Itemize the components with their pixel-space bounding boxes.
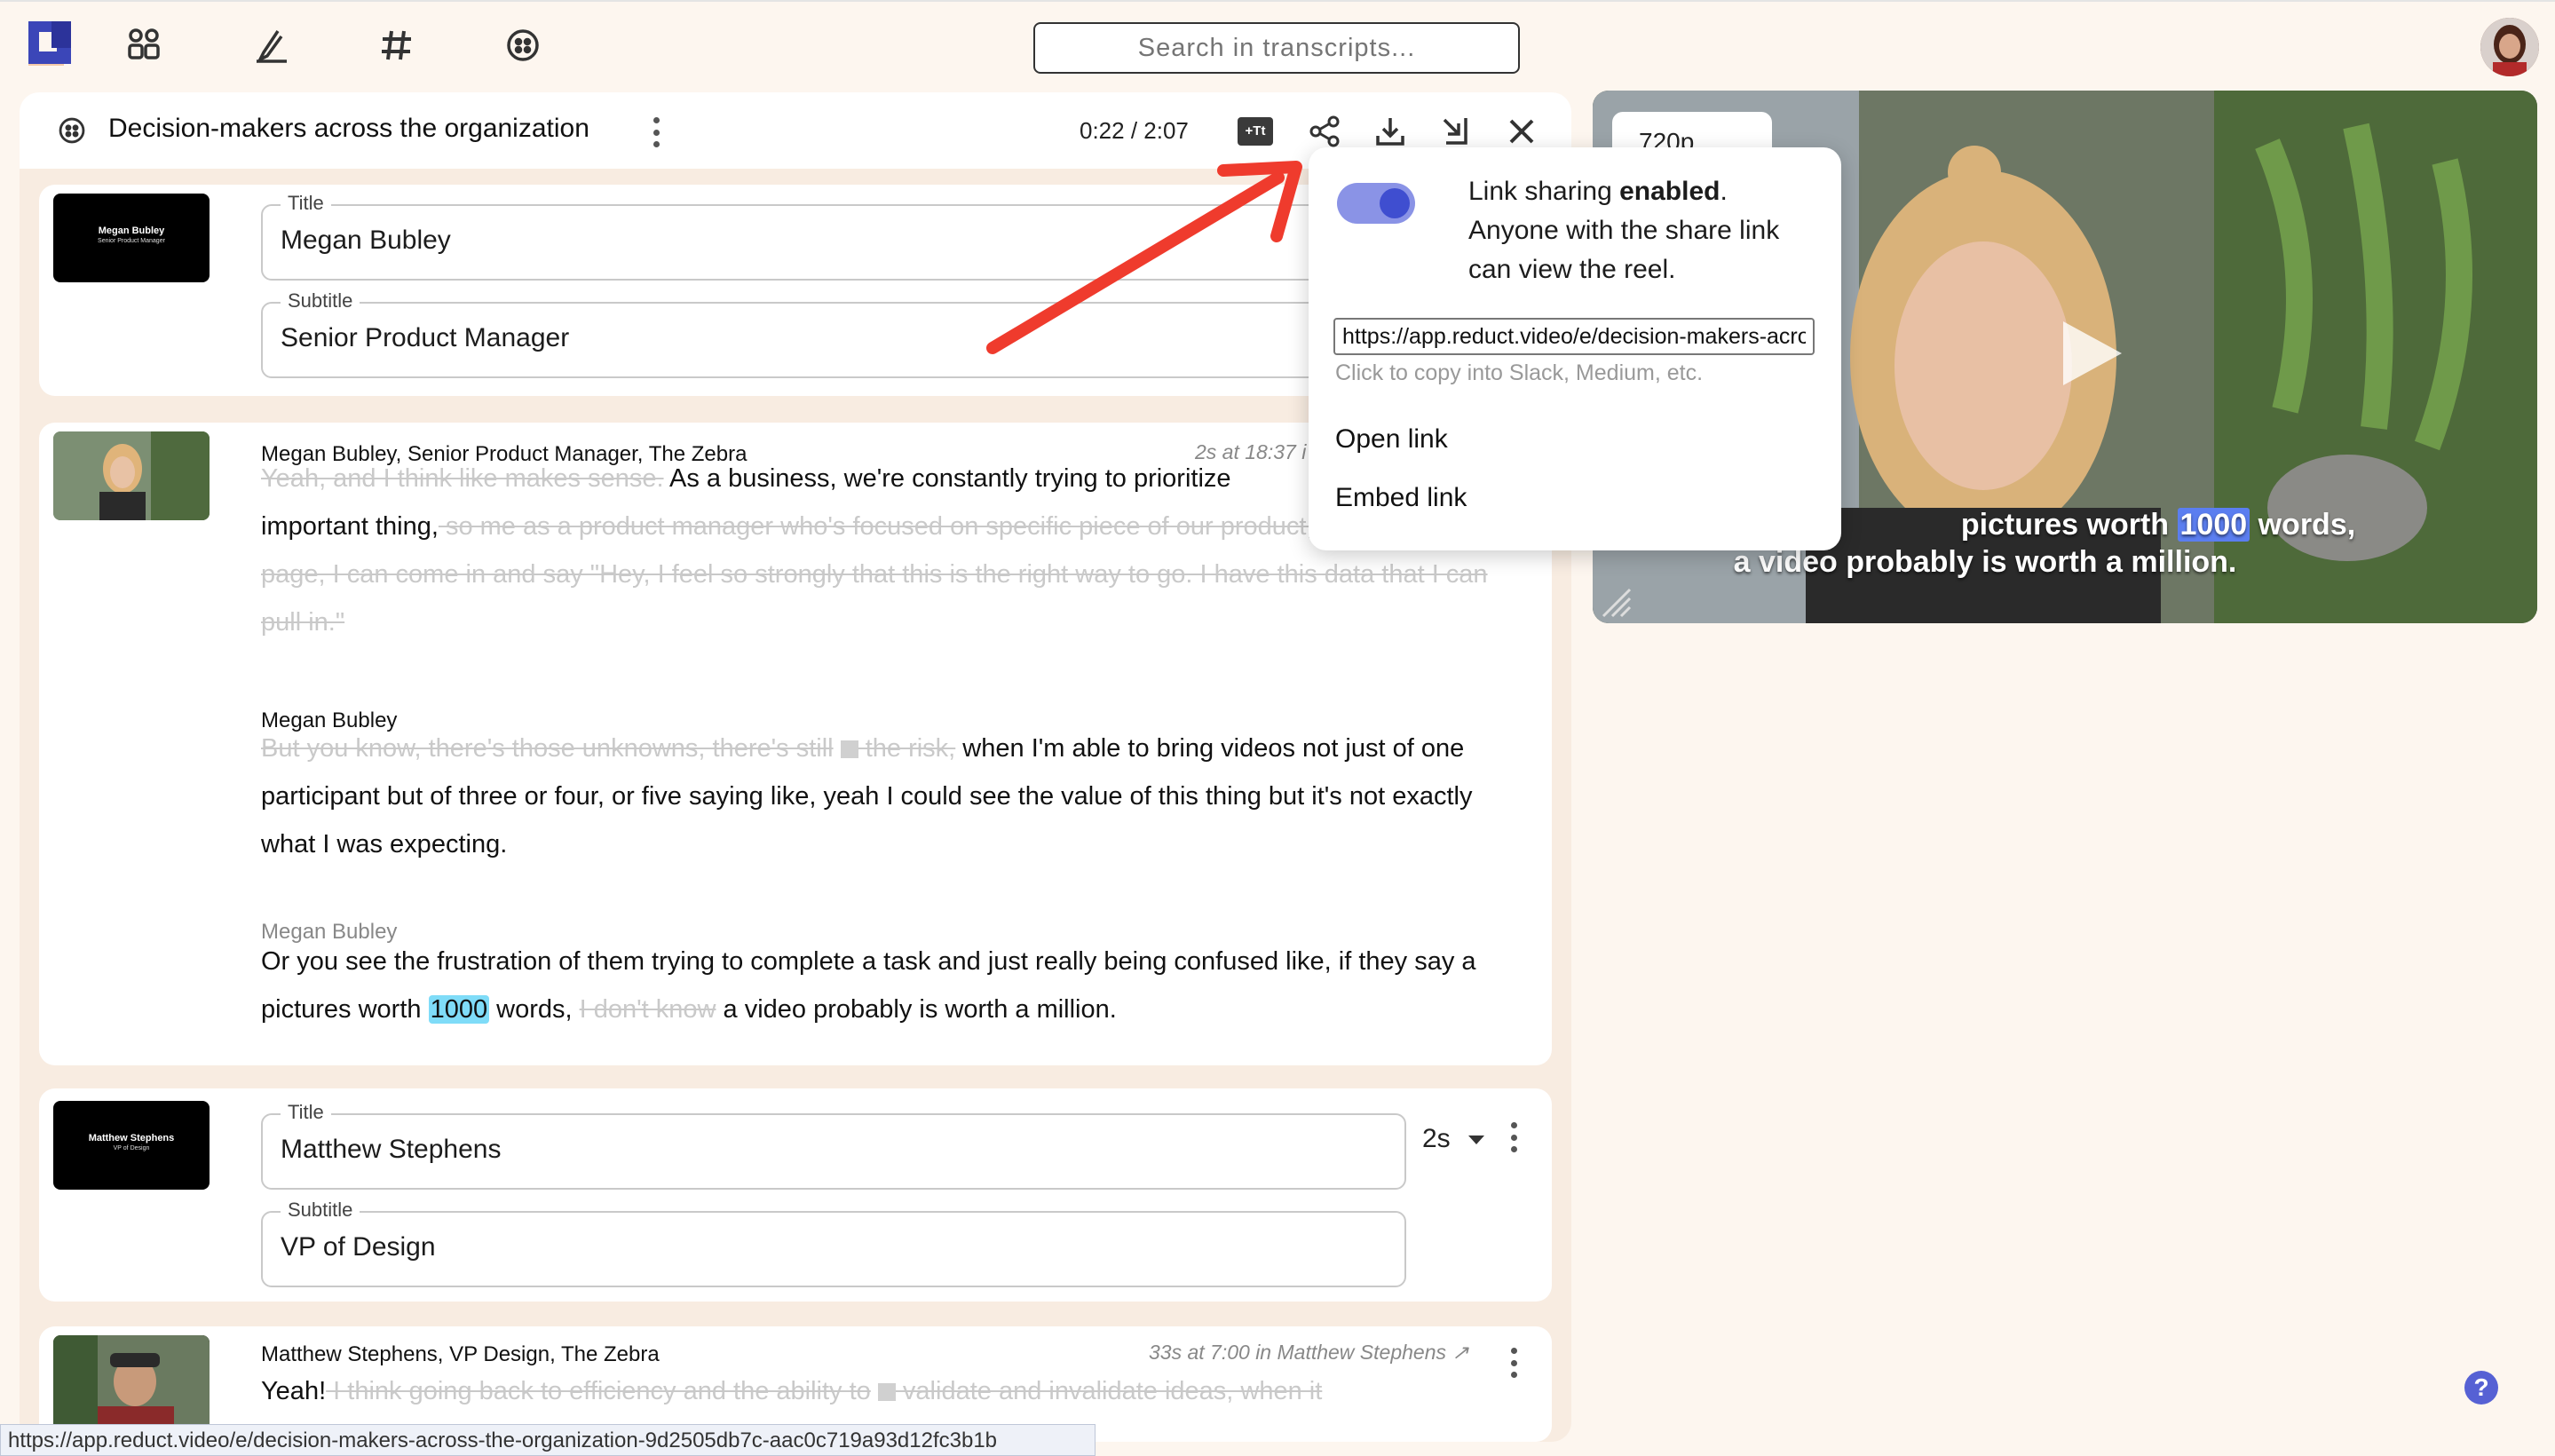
caption-text: pictures worth	[1960, 508, 2178, 542]
thumbnail-name: Matthew Stephens	[88, 1133, 175, 1143]
copy-hint: Click to copy into Slack, Medium, etc.	[1335, 360, 1704, 385]
subtitle-value[interactable]: VP of Design	[281, 1232, 436, 1262]
reel-icon	[57, 115, 87, 150]
transcript-text[interactable]: a video probably is worth a million.	[716, 995, 1117, 1024]
share-popup: Link sharing enabled. Anyone with the sh…	[1309, 147, 1841, 550]
reel-icon[interactable]	[502, 25, 543, 66]
gap-marker	[877, 1383, 896, 1402]
browser-status-bar: https://app.reduct.video/e/decision-make…	[0, 1424, 1096, 1456]
thumbnail-subtitle: Senior Product Manager	[98, 238, 165, 244]
reel-title[interactable]: Decision-makers across the organization	[108, 114, 589, 144]
subtitle-label: Subtitle	[281, 289, 360, 313]
title-card-thumbnail[interactable]: Matthew Stephens VP of Design	[53, 1101, 210, 1190]
struck-text[interactable]: validate and invalidate ideas, when it	[896, 1377, 1322, 1405]
duration-value: 2s	[1422, 1124, 1451, 1153]
title-card-matthew[interactable]: Matthew Stephens VP of Design Title Matt…	[39, 1088, 1552, 1302]
transcript-text[interactable]: Yeah!	[261, 1377, 326, 1405]
reel-more-menu-icon[interactable]	[652, 117, 661, 147]
share-status-enabled: enabled	[1619, 177, 1720, 206]
title-card-thumbnail[interactable]: Megan Bubley Senior Product Manager	[53, 194, 210, 282]
link-sharing-toggle[interactable]	[1337, 183, 1415, 224]
share-url-input[interactable]	[1333, 318, 1815, 355]
top-navigation-bar	[0, 0, 2555, 92]
timecode: 0:22 / 2:07	[1080, 117, 1189, 144]
download-icon[interactable]	[1371, 112, 1410, 151]
transcript-text[interactable]: As a business, we're constantly trying t…	[664, 464, 1231, 493]
chevron-down-icon	[1468, 1136, 1485, 1145]
transcript-paragraph-2[interactable]: But you know, there's those unknowns, th…	[261, 724, 1531, 868]
hashtag-icon[interactable]	[376, 25, 417, 66]
title-label: Title	[281, 1101, 331, 1124]
subtitle-value[interactable]: Senior Product Manager	[281, 323, 569, 353]
transcript-paragraph-3[interactable]: Or you see the frustration of them tryin…	[261, 938, 1531, 1033]
subtitle-field[interactable]: Subtitle VP of Design	[261, 1199, 1406, 1287]
subtitle-label: Subtitle	[281, 1199, 360, 1222]
caption-text: words,	[2250, 508, 2356, 542]
transcript-text[interactable]: words,	[489, 995, 580, 1024]
title-label: Title	[281, 192, 331, 215]
share-status-prefix: Link sharing	[1468, 177, 1620, 206]
clip-thumbnail[interactable]	[53, 1335, 210, 1433]
help-icon[interactable]: ?	[2464, 1371, 2498, 1405]
caption-highlight: 1000	[2177, 508, 2250, 542]
toggle-knob	[1380, 188, 1410, 218]
gap-marker	[840, 740, 858, 759]
captions-icon: +Tt	[1238, 117, 1273, 146]
transcript-paragraph[interactable]: Yeah! I think going back to efficiency a…	[261, 1367, 1522, 1415]
duration-dropdown[interactable]: 2s	[1422, 1124, 1485, 1154]
struck-text[interactable]: Yeah, and I think like makes sense.	[261, 464, 664, 493]
embed-link-button[interactable]: Embed link	[1335, 483, 1467, 513]
clip-thumbnail[interactable]	[53, 431, 210, 520]
share-status-description: Anyone with the share link can view the …	[1468, 216, 1780, 284]
captions-button[interactable]: +Tt	[1236, 112, 1275, 151]
share-icon[interactable]	[1305, 112, 1344, 151]
play-icon[interactable]	[2063, 321, 2122, 385]
search-input[interactable]	[1033, 22, 1520, 74]
clip-meta[interactable]: 33s at 7:00 in Matthew Stephens ↗	[1149, 1341, 1469, 1365]
struck-text[interactable]: the risk,	[858, 734, 956, 763]
close-icon[interactable]	[1502, 112, 1541, 151]
title-value[interactable]: Megan Bubley	[281, 226, 451, 256]
share-status-period: .	[1720, 177, 1728, 206]
user-avatar[interactable]	[2480, 18, 2539, 76]
card-more-menu-icon[interactable]	[1509, 1122, 1518, 1152]
thumbnail-name: Megan Bubley	[98, 226, 165, 236]
highlighter-icon[interactable]	[250, 25, 291, 66]
highlighted-word[interactable]: 1000	[428, 995, 490, 1024]
annotation-arrow-icon	[986, 161, 1302, 354]
struck-text[interactable]: But you know, there's those unknowns, th…	[261, 734, 834, 763]
export-icon[interactable]	[1436, 112, 1475, 151]
reduct-logo[interactable]	[25, 18, 78, 71]
share-status-text: Link sharing enabled. Anyone with the sh…	[1468, 172, 1823, 289]
thumbnail-subtitle: VP of Design	[113, 1145, 150, 1151]
open-link-button[interactable]: Open link	[1335, 424, 1448, 455]
resize-handle-icon[interactable]	[1598, 584, 1633, 620]
struck-text[interactable]: I think going back to efficiency and the…	[326, 1377, 871, 1405]
struck-text[interactable]: I don't know	[580, 995, 716, 1024]
transcript-text[interactable]: important thing,	[261, 512, 439, 541]
clip-speaker: Matthew Stephens, VP Design, The Zebra	[261, 1342, 660, 1366]
title-field[interactable]: Title Matthew Stephens	[261, 1101, 1406, 1190]
people-icon[interactable]	[124, 25, 165, 66]
title-value[interactable]: Matthew Stephens	[281, 1135, 501, 1165]
